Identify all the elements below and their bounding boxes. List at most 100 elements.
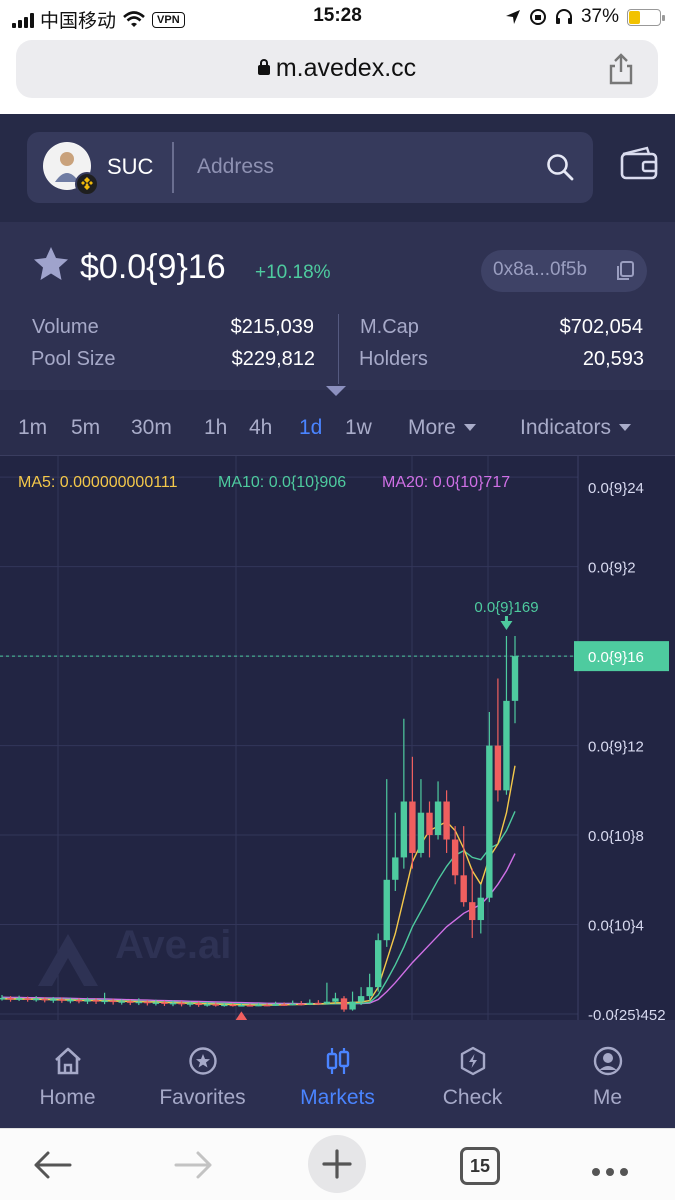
url-text: m.avedex.cc xyxy=(275,54,417,82)
contract-address-chip[interactable]: 0x8a...0f5b xyxy=(481,250,647,292)
more-dropdown[interactable]: More xyxy=(408,416,476,440)
candle-body xyxy=(195,1003,202,1006)
volume-label: Volume xyxy=(32,316,99,338)
indicators-dropdown[interactable]: Indicators xyxy=(520,416,632,440)
me-icon xyxy=(593,1046,622,1076)
candle-body xyxy=(33,998,40,1001)
tf-1w[interactable]: 1w xyxy=(345,416,372,440)
candle-body xyxy=(357,996,365,1002)
tabs-button[interactable]: 15 xyxy=(460,1147,500,1185)
ma20-line xyxy=(1,853,516,1005)
current-price-label: 0.0{9}16 xyxy=(588,649,644,666)
y-tick-label: 0.0{9}2 xyxy=(588,560,636,577)
token-search-box[interactable]: SUC xyxy=(27,132,593,203)
battery-percent: 37% xyxy=(580,6,619,27)
candle-body xyxy=(306,1002,313,1005)
low-marker-arrow-icon xyxy=(235,1011,248,1020)
browser-url-bar[interactable]: m.avedex.cc xyxy=(16,40,658,98)
battery-icon xyxy=(627,8,665,26)
candle-body xyxy=(477,897,484,921)
tf-4h[interactable]: 4h xyxy=(249,416,272,440)
tf-5m[interactable]: 5m xyxy=(71,416,100,440)
mcap-label: M.Cap xyxy=(360,316,419,338)
tab-home[interactable]: Home xyxy=(0,1020,135,1128)
favorite-star-icon[interactable] xyxy=(31,244,71,284)
high-price-label: 0.0{9}169 xyxy=(474,599,538,616)
more-options-icon[interactable] xyxy=(592,1163,634,1181)
check-icon xyxy=(460,1046,485,1076)
tf-1h[interactable]: 1h xyxy=(204,416,227,440)
status-bar: 中国移动 VPN 15:28 37% xyxy=(0,0,675,34)
y-tick-label: -0.0{25}452 xyxy=(588,1007,666,1020)
tab-check[interactable]: Check xyxy=(405,1020,540,1128)
mcap-value: $702,054 xyxy=(559,316,643,338)
indicators-caret-icon xyxy=(619,424,632,431)
tab-favorites-label: Favorites xyxy=(159,1086,246,1109)
holders-label: Holders xyxy=(359,348,428,370)
candle-body xyxy=(340,998,348,1010)
candle-body xyxy=(503,700,510,791)
tf-1m[interactable]: 1m xyxy=(18,416,47,440)
price-chart[interactable]: Ave.ai 0.0{9}16 0.0{9}24 0.0{9}2 0.0{9}12 0.0… xyxy=(0,456,675,1020)
candlestick-chart[interactable]: Ave.ai 0.0{9}16 0.0{9}24 0.0{9}2 0.0{9}12 0.0… xyxy=(0,456,675,1020)
candle-body xyxy=(58,999,66,1001)
candle-body xyxy=(212,1004,219,1006)
app-tab-bar: Home Favorites Markets Check Me xyxy=(0,1020,675,1128)
token-avatar[interactable] xyxy=(43,142,99,196)
home-icon xyxy=(54,1047,81,1075)
lock-icon xyxy=(257,59,270,75)
candle-body xyxy=(101,1000,108,1003)
candle-body xyxy=(426,812,433,836)
tf-30m[interactable]: 30m xyxy=(131,416,172,440)
back-arrow-icon[interactable] xyxy=(30,1143,74,1187)
candle-body xyxy=(7,997,14,1000)
location-icon xyxy=(505,10,520,24)
candle-body xyxy=(469,902,476,921)
tab-me[interactable]: Me xyxy=(540,1020,675,1128)
more-label: More xyxy=(408,416,456,439)
y-tick-label: 0.0{9}12 xyxy=(588,739,644,756)
candle-body xyxy=(186,1003,194,1005)
high-marker-arrow-icon xyxy=(500,620,513,630)
candle-body xyxy=(135,1001,142,1004)
watermark-logo-icon xyxy=(38,934,98,986)
candle-body xyxy=(280,1004,288,1006)
candle-body xyxy=(118,1001,125,1003)
search-icon[interactable] xyxy=(545,152,575,182)
candle-body xyxy=(451,839,459,876)
candle-body xyxy=(178,1002,185,1005)
stats-divider xyxy=(338,314,339,384)
favorites-icon xyxy=(188,1047,217,1075)
tab-favorites[interactable]: Favorites xyxy=(135,1020,270,1128)
collapse-caret-icon[interactable] xyxy=(326,386,346,396)
forward-arrow-icon[interactable] xyxy=(172,1143,216,1187)
candle-body xyxy=(434,801,442,836)
candle-body xyxy=(255,1004,262,1007)
candle-body xyxy=(127,1001,134,1003)
candle-body xyxy=(315,1002,322,1005)
candle-body xyxy=(24,998,31,1000)
share-icon[interactable] xyxy=(606,52,636,86)
candle-body xyxy=(443,801,450,840)
candle-body xyxy=(460,875,467,903)
new-tab-button[interactable] xyxy=(308,1135,366,1193)
wallet-icon[interactable] xyxy=(619,146,659,182)
address-input[interactable] xyxy=(197,150,517,184)
ma20-legend: MA20: 0.0{10}717 xyxy=(382,474,511,491)
tf-1d[interactable]: 1d xyxy=(299,416,322,440)
search-divider xyxy=(172,142,174,193)
candle-body xyxy=(92,1000,100,1002)
candle-body xyxy=(375,940,382,988)
headphones-icon xyxy=(555,9,572,24)
tab-markets[interactable]: Markets xyxy=(270,1020,405,1128)
search-header: SUC xyxy=(0,114,675,222)
candle-body xyxy=(332,998,339,1002)
candle-body xyxy=(409,801,416,853)
candle-body xyxy=(75,999,83,1002)
candle-body xyxy=(109,1000,117,1003)
candle-body xyxy=(289,1003,296,1006)
markets-icon xyxy=(326,1048,349,1074)
copy-icon[interactable] xyxy=(615,260,635,282)
ma10-legend: MA10: 0.0{10}906 xyxy=(218,474,347,491)
candle-body xyxy=(383,879,390,941)
